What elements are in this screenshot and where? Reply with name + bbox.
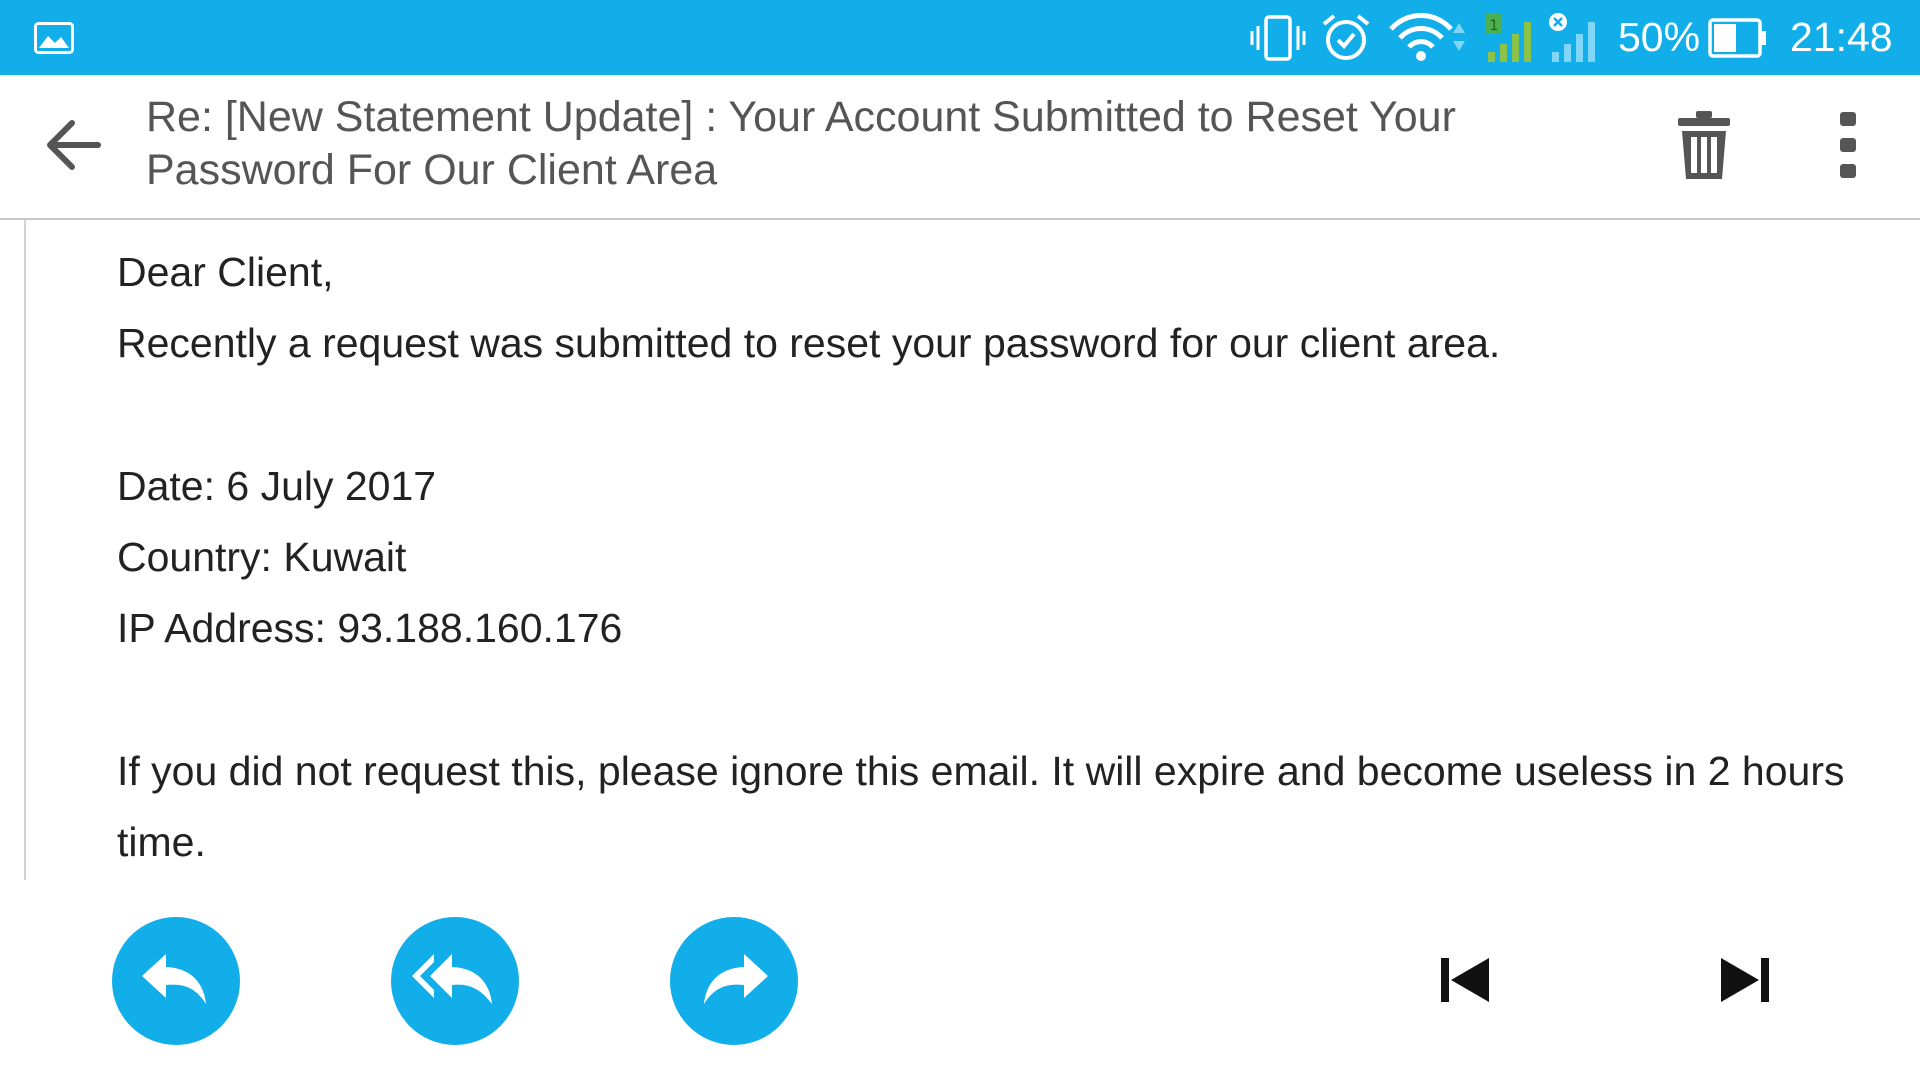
alarm-icon	[1320, 0, 1372, 75]
email-header: Re: [New Statement Update] : Your Accoun…	[0, 75, 1920, 220]
forward-icon	[696, 950, 772, 1013]
gallery-icon	[34, 0, 74, 75]
intro-paragraph: Recently a request was submitted to rese…	[117, 320, 1501, 366]
email-body-text: Dear Client, Recently a request was subm…	[117, 237, 1897, 878]
notice-paragraph: If you did not request this, please igno…	[117, 748, 1845, 865]
next-icon	[1719, 956, 1771, 1009]
ip-address-line: IP Address: 93.188.160.176	[117, 605, 623, 651]
vibrate-icon	[1249, 0, 1307, 75]
sim2-no-signal-icon	[1548, 0, 1606, 75]
svg-text:1: 1	[1490, 18, 1499, 34]
delete-button[interactable]	[1660, 103, 1748, 191]
trash-icon	[1676, 109, 1732, 186]
next-email-button[interactable]	[1700, 937, 1790, 1027]
greeting: Dear Client,	[117, 249, 334, 295]
previous-icon	[1439, 956, 1491, 1009]
battery-percent: 50%	[1618, 14, 1701, 60]
battery-icon	[1708, 0, 1768, 75]
reply-all-button[interactable]	[391, 917, 519, 1045]
reply-button[interactable]	[112, 917, 240, 1045]
wifi-icon	[1387, 0, 1467, 75]
reply-icon	[138, 950, 214, 1013]
clock: 21:48	[1790, 14, 1893, 60]
status-bar: 1 50% 21:48	[0, 0, 1920, 75]
country-line: Country: Kuwait	[117, 534, 407, 580]
back-button[interactable]	[30, 105, 114, 189]
email-reader-screen: 1 50% 21:48 Re: [New Statement Update]:…	[0, 0, 1920, 1080]
sim1-signal-icon: 1	[1484, 0, 1542, 75]
forward-button[interactable]	[670, 917, 798, 1045]
more-options-button[interactable]	[1806, 103, 1890, 191]
back-arrow-icon	[42, 117, 102, 178]
email-body[interactable]: Dear Client, Recently a request was subm…	[24, 220, 1920, 880]
previous-email-button[interactable]	[1420, 937, 1510, 1027]
more-vert-icon	[1838, 110, 1858, 185]
email-subject: Re: [New Statement Update] : Your Accoun…	[146, 93, 1456, 194]
reply-all-icon	[410, 950, 500, 1013]
date-line: Date: 6 July 2017	[117, 463, 437, 509]
action-bar	[0, 880, 1920, 1080]
